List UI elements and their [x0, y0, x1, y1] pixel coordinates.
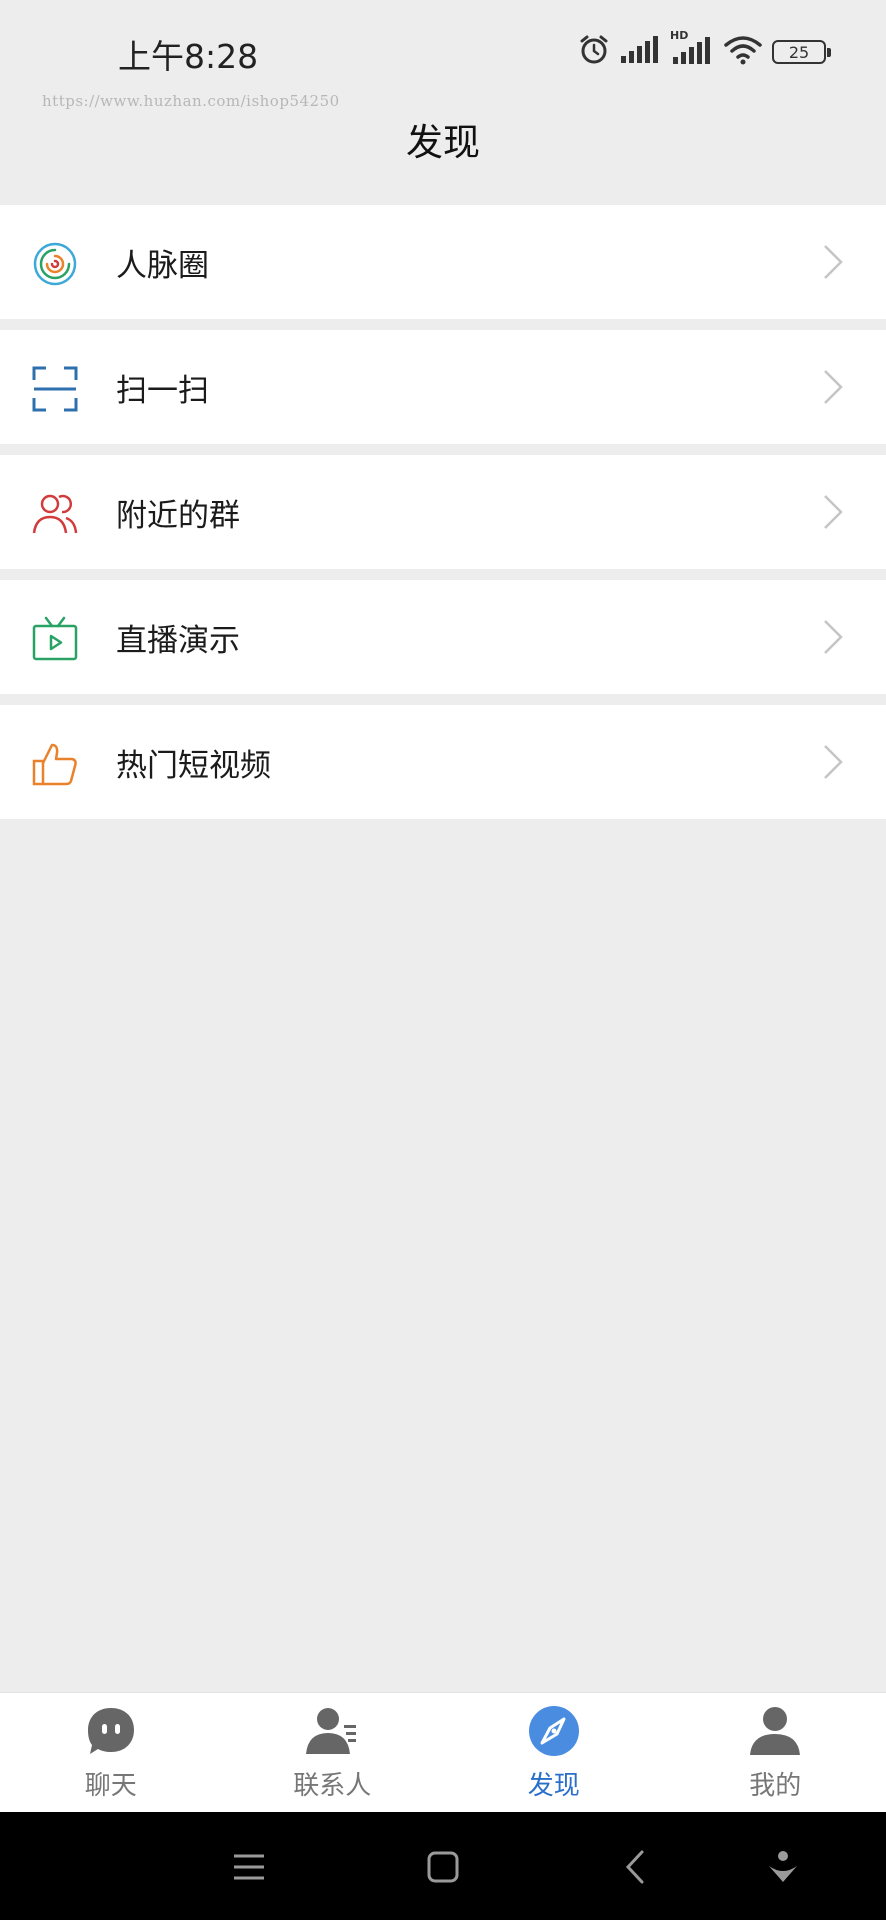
wifi-icon: [724, 35, 762, 69]
assistant-icon[interactable]: [758, 1842, 808, 1892]
menu-item-hot-videos[interactable]: 热门短视频: [0, 705, 886, 819]
contacts-icon: [306, 1705, 358, 1757]
scan-icon: [32, 366, 78, 412]
status-time: 上午8:28: [118, 37, 259, 76]
battery-icon: 25: [772, 40, 831, 64]
compass-icon: [528, 1705, 580, 1757]
watermark: https://www.huzhan.com/ishop54250: [42, 92, 340, 110]
tab-label: 联系人: [293, 1771, 372, 1801]
people-group-icon: [32, 491, 78, 537]
tv-live-icon: [32, 616, 78, 662]
tab-discover[interactable]: 发现: [443, 1693, 665, 1812]
tab-label: 发现: [527, 1771, 580, 1801]
page-title: 发现: [406, 121, 480, 164]
alarm-icon: [578, 34, 610, 70]
tab-label: 聊天: [84, 1771, 137, 1801]
person-icon: [749, 1705, 801, 1757]
status-bar: 上午8:28 HD 25: [0, 0, 886, 100]
menu-icon[interactable]: [224, 1842, 274, 1892]
back-icon[interactable]: [612, 1842, 662, 1892]
circle-swirl-icon: [32, 241, 78, 287]
menu-item-label: 直播演示: [116, 622, 240, 659]
menu-item-label: 人脉圈: [116, 247, 209, 284]
chevron-right-icon: [820, 618, 846, 656]
tab-label: 我的: [749, 1771, 802, 1801]
menu-item-label: 附近的群: [116, 497, 240, 534]
hd-label: HD: [670, 29, 689, 42]
menu-item-label: 扫一扫: [116, 372, 209, 409]
menu-item-live-demo[interactable]: 直播演示: [0, 580, 886, 694]
chevron-right-icon: [820, 243, 846, 281]
status-icons: HD 25: [578, 29, 831, 70]
tab-chat[interactable]: 聊天: [0, 1693, 222, 1812]
discover-menu: 人脉圈 扫一扫 附近的群 直播演示 热门短视频: [0, 205, 886, 830]
home-icon[interactable]: [418, 1842, 468, 1892]
menu-item-label: 热门短视频: [116, 747, 271, 784]
chat-bubble-icon: [85, 1705, 137, 1757]
chevron-right-icon: [820, 743, 846, 781]
chevron-right-icon: [820, 368, 846, 406]
tab-contacts[interactable]: 联系人: [222, 1693, 444, 1812]
battery-level: 25: [788, 42, 810, 62]
system-nav-bar: [0, 1812, 886, 1920]
menu-item-scan[interactable]: 扫一扫: [0, 330, 886, 444]
bottom-tab-bar: 聊天 联系人 发现 我的: [0, 1692, 886, 1812]
thumbs-up-icon: [32, 741, 78, 787]
hd-signal-icon: HD: [670, 29, 714, 69]
signal-icon: [620, 36, 660, 68]
menu-item-nearby-groups[interactable]: 附近的群: [0, 455, 886, 569]
tab-me[interactable]: 我的: [665, 1693, 886, 1812]
chevron-right-icon: [820, 493, 846, 531]
menu-item-network-circle[interactable]: 人脉圈: [0, 205, 886, 319]
